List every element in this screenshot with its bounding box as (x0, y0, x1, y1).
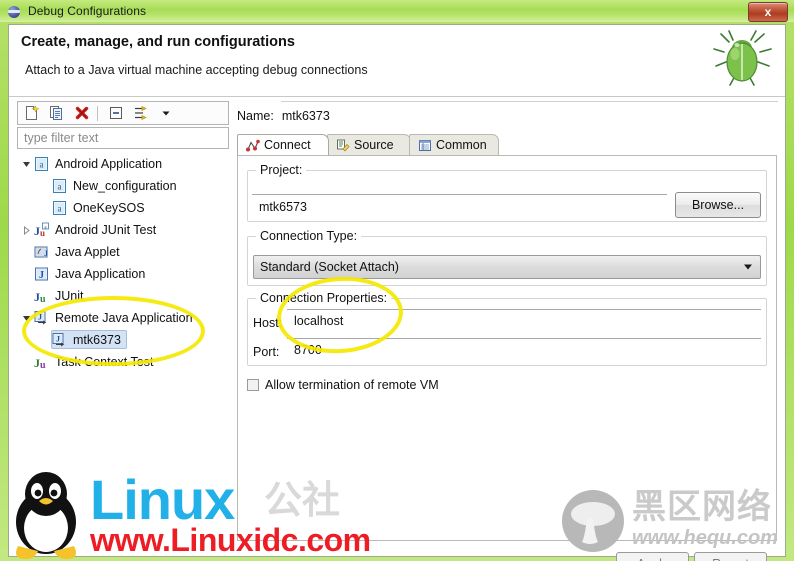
common-icon (417, 138, 432, 152)
dialog-header: Create, manage, and run configurations A… (9, 25, 785, 97)
tree-item-label: JUnit (55, 288, 84, 303)
allow-termination-checkbox[interactable] (247, 379, 259, 391)
connection-type-value: Standard (Socket Attach) (260, 260, 399, 274)
tree-item-label: Android Application (55, 156, 163, 171)
tab-common-label: Common (436, 138, 487, 152)
tree-item-label: Java Applet (55, 244, 120, 259)
tab-connect[interactable]: Connect (237, 134, 329, 155)
page-subtitle: Attach to a Java virtual machine accepti… (25, 63, 368, 77)
remote-java-icon: J (33, 310, 50, 326)
source-icon (335, 138, 350, 152)
delete-icon[interactable] (71, 103, 93, 123)
tree-item-label: Java Application (55, 266, 146, 281)
chevron-down-icon (744, 264, 752, 270)
svg-text:J: J (56, 335, 60, 344)
tab-connect-label: Connect (264, 138, 311, 152)
tree-item-java-applet[interactable]: J Java Applet (17, 241, 229, 263)
window-title: Debug Configurations (28, 4, 147, 18)
svg-text:a: a (40, 160, 44, 170)
port-input[interactable]: 8700 (287, 338, 761, 360)
android-icon: a (51, 200, 68, 216)
chevron-down-icon[interactable] (155, 103, 177, 123)
duplicate-icon[interactable] (46, 103, 68, 123)
tab-source[interactable]: Source (327, 134, 411, 155)
tree-item-mtk6373[interactable]: Jmtk6373 (17, 329, 229, 351)
filter-icon[interactable] (130, 103, 152, 123)
tree-item-label: OneKeySOS (73, 200, 145, 215)
tab-common[interactable]: Common (409, 134, 499, 155)
svg-text:a: a (58, 182, 62, 192)
dialog-body: Create, manage, and run configurations A… (8, 24, 786, 561)
java-applet-icon: J (33, 244, 50, 260)
title-bar: Debug Configurations x (0, 0, 794, 22)
revert-button[interactable]: Revert (694, 552, 767, 561)
connect-tab-panel: Project: mtk6573 Browse... Connection Ty… (237, 155, 777, 541)
configurations-panel: type filter text a Android Application a Ne… (17, 101, 229, 511)
filter-input[interactable]: type filter text (17, 127, 229, 149)
svg-text:J: J (39, 270, 44, 281)
tab-source-label: Source (354, 138, 394, 152)
android-icon: a (33, 156, 50, 172)
new-launch-configuration-icon[interactable] (21, 103, 43, 123)
tree-item-label: Task Context Test (55, 354, 154, 369)
name-field-divider (281, 101, 778, 102)
tree-item-java-application[interactable]: J Java Application (17, 263, 229, 285)
allow-termination-label: Allow termination of remote VM (265, 378, 439, 392)
eclipse-globe-icon (8, 5, 21, 18)
project-group-label: Project: (256, 163, 307, 177)
android-icon: a (51, 178, 68, 194)
name-input[interactable]: mtk6373 (282, 109, 412, 123)
connection-type-select[interactable]: Standard (Socket Attach) (253, 255, 761, 279)
collapse-all-icon[interactable] (105, 103, 127, 123)
left-toolbar (17, 101, 229, 125)
name-label: Name: (237, 109, 274, 123)
tree-item-task-context-test[interactable]: Ju Task Context Test (17, 351, 229, 373)
host-input[interactable]: localhost (287, 309, 761, 331)
debug-configurations-window: Debug Configurations x Create, manage, a… (0, 0, 794, 561)
tree-item-label: Remote Java Application (55, 310, 193, 325)
green-bug-icon (709, 28, 775, 92)
tree-item-android-junit-test[interactable]: Ju a Android JUnit Test (17, 219, 229, 241)
svg-text:J: J (38, 313, 42, 322)
twisty-expanded-icon[interactable] (19, 314, 33, 323)
tree-item-label: Android JUnit Test (55, 222, 157, 237)
connection-type-label: Connection Type: (256, 229, 362, 243)
remote-java-icon: J (51, 332, 68, 348)
twisty-collapsed-icon[interactable] (19, 225, 33, 235)
tab-strip: Connect Source Common (237, 134, 777, 155)
allow-termination-row[interactable]: Allow termination of remote VM (247, 378, 439, 392)
apply-button[interactable]: Apply (616, 552, 689, 561)
connection-properties-label: Connection Properties: (256, 291, 392, 305)
junit-task-icon: Ju (33, 354, 50, 370)
filter-placeholder: type filter text (24, 131, 99, 145)
tree-item-junit[interactable]: Ju JUnit (17, 285, 229, 307)
name-row: Name: mtk6373 (237, 109, 412, 123)
tree-item-new-configuration[interactable]: a New_configuration (17, 175, 229, 197)
tree-item-label: mtk6373 (73, 332, 121, 347)
svg-text:u: u (40, 360, 46, 370)
connect-icon (245, 138, 260, 152)
browse-button[interactable]: Browse... (675, 192, 761, 218)
twisty-expanded-icon[interactable] (19, 160, 33, 169)
host-label: Host: (253, 316, 283, 330)
configuration-editor: Name: mtk6373 Connect Source Common Proj… (237, 101, 778, 541)
tree-item-onekeysos[interactable]: a OneKeySOS (17, 197, 229, 219)
svg-text:a: a (58, 204, 62, 214)
project-input[interactable]: mtk6573 (252, 194, 667, 218)
port-label: Port: (253, 345, 280, 359)
junit-icon: Ju (33, 288, 50, 304)
configurations-tree[interactable]: a Android Application a New_configuration a O… (17, 153, 229, 511)
toolbar-separator (97, 105, 98, 121)
tree-item-android-application[interactable]: a Android Application (17, 153, 229, 175)
java-application-icon: J (33, 266, 50, 282)
close-button[interactable]: x (748, 2, 788, 22)
svg-text:J: J (44, 249, 48, 258)
tree-item-remote-java-application[interactable]: J Remote Java Application (17, 307, 229, 329)
svg-text:u: u (40, 294, 46, 304)
junit-android-icon: Jua (33, 222, 50, 238)
tree-item-label: New_configuration (73, 178, 177, 193)
page-title: Create, manage, and run configurations (21, 34, 295, 50)
